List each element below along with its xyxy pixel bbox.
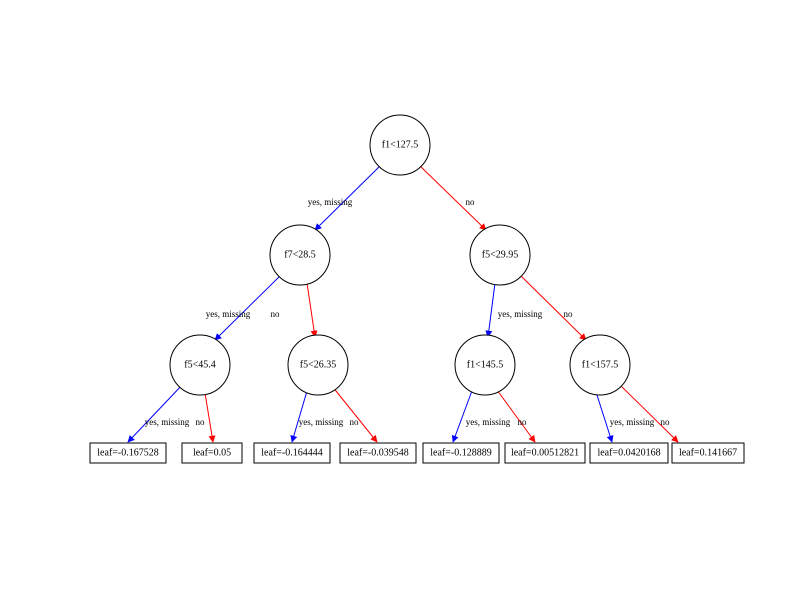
edge-l22-leaf5 [497,390,535,442]
leaf-3-label: leaf=-0.039548 [347,447,408,458]
decision-tree-diagram: yes, missing no yes, missing no yes, mis… [0,0,800,600]
leaf-5: leaf=0.00512821 [505,443,585,463]
edge-root-right [419,165,486,230]
leaf-0: leaf=-0.167528 [90,443,166,463]
edge-label-l23-leaf7: no [661,417,671,427]
node-l2-3-label: f1<157.5 [582,359,618,370]
edge-label-l21-leaf2: yes, missing [299,417,344,427]
node-l2-3: f1<157.5 [570,335,630,395]
edge-l1l-l21 [307,283,315,337]
edge-l23-leaf7 [618,383,678,442]
edge-label-l1l-l20: yes, missing [206,309,251,319]
edge-l20-leaf1 [205,393,213,442]
edge-label-l1r-l23: no [564,309,574,319]
node-root: f1<127.5 [370,115,430,175]
leaf-7-label: leaf=0.141667 [679,447,737,458]
leaf-7: leaf=0.141667 [672,443,744,463]
edge-l1l-l20 [215,275,281,340]
node-l2-0-label: f5<45.4 [184,359,215,370]
leaf-4: leaf=-0.128889 [423,443,499,463]
node-l1-left-label: f7<28.5 [284,249,315,260]
edge-l22-leaf4 [453,388,473,442]
leaf-2-label: leaf=-0.164444 [261,447,322,458]
edge-label-l22-leaf5: no [518,417,528,427]
node-l2-2-label: f1<145.5 [467,359,503,370]
edge-label-l1r-l22: yes, missing [498,309,543,319]
node-l2-1-label: f5<26.35 [300,359,336,370]
node-l2-1: f5<26.35 [288,335,348,395]
node-l2-2: f1<145.5 [455,335,515,395]
node-l1-right: f5<29.95 [470,225,530,285]
edge-label-root-right: no [466,197,476,207]
leaf-2: leaf=-0.164444 [254,443,330,463]
leaf-6-label: leaf=0.0420168 [597,447,660,458]
leaf-4-label: leaf=-0.128889 [430,447,491,458]
node-l1-right-label: f5<29.95 [482,249,518,260]
node-l2-0: f5<45.4 [170,335,230,395]
leaf-5-label: leaf=0.00512821 [511,447,579,458]
leaf-1-label: leaf=0.05 [193,447,231,458]
edge-label-l23-leaf6: yes, missing [610,417,655,427]
edge-label-l20-leaf0: yes, missing [145,417,190,427]
edge-label-l21-leaf3: no [350,417,360,427]
leaf-6: leaf=0.0420168 [590,443,668,463]
edge-label-l22-leaf4: yes, missing [466,417,511,427]
node-root-label: f1<127.5 [382,139,418,150]
node-l1-left: f7<28.5 [270,225,330,285]
leaf-1: leaf=0.05 [182,443,242,463]
leaf-3: leaf=-0.039548 [340,443,416,463]
leaf-0-label: leaf=-0.167528 [97,447,158,458]
edge-label-root-left: yes, missing [308,197,353,207]
edge-l1r-l22 [488,283,495,337]
edge-l21-leaf3 [332,386,377,442]
edge-l1r-l23 [520,275,586,340]
edge-label-l1l-l21: no [271,309,281,319]
edge-label-l20-leaf1: no [196,417,206,427]
edge-l20-leaf0 [128,383,184,442]
